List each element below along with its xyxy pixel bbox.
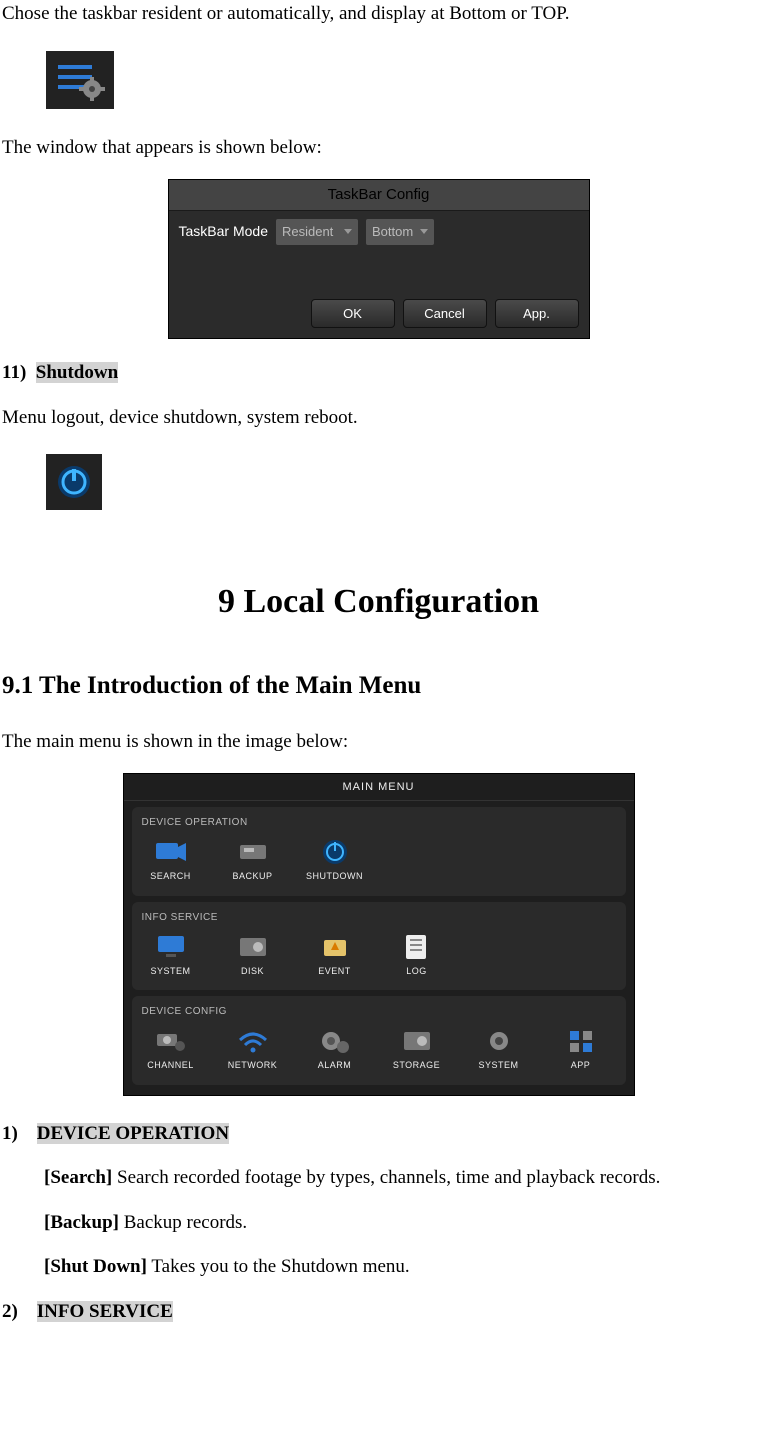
menu-item-search[interactable]: SEARCH — [142, 838, 200, 884]
backup-desc: [Backup] Backup records. — [44, 1209, 755, 1238]
main-menu-title: MAIN MENU — [124, 774, 634, 802]
panel-label: DEVICE OPERATION — [142, 815, 616, 830]
menu-item-backup[interactable]: BACKUP — [224, 838, 282, 884]
menu-item-shutdown[interactable]: SHUTDOWN — [306, 838, 364, 884]
item-label: CHANNEL — [147, 1059, 194, 1073]
item-label: LOG — [406, 965, 427, 979]
shutdown-heading: 11) Shutdown — [2, 359, 755, 388]
menu-item-disk[interactable]: DISK — [224, 933, 282, 979]
item-label: DISK — [241, 965, 264, 979]
dialog-title: TaskBar Config — [169, 180, 589, 212]
heading-number: 11) — [2, 362, 26, 383]
heading-text: DEVICE OPERATION — [37, 1123, 229, 1144]
heading-text: INFO SERVICE — [37, 1301, 173, 1322]
menu-item-channel[interactable]: CHANNEL — [142, 1027, 200, 1073]
log-icon — [399, 933, 435, 961]
item-label: SYSTEM — [150, 965, 190, 979]
heading-number: 1) — [2, 1120, 32, 1149]
shutdown-text: Takes you to the Shutdown menu. — [147, 1256, 410, 1277]
taskbar-settings-icon — [46, 51, 114, 109]
taskbar-mode-select-1[interactable]: Resident — [276, 219, 358, 245]
item-label: SHUTDOWN — [306, 870, 363, 884]
ok-button[interactable]: OK — [311, 299, 395, 329]
alarm-icon — [317, 1027, 353, 1055]
info-service-heading: 2) INFO SERVICE — [2, 1298, 755, 1327]
app-icon — [563, 1027, 599, 1055]
menu-item-alarm[interactable]: ALARM — [306, 1027, 364, 1073]
menu-item-system-config[interactable]: SYSTEM — [470, 1027, 528, 1073]
taskbar-mode-label: TaskBar Mode — [179, 221, 268, 242]
section-9-1-title: 9.1 The Introduction of the Main Menu — [2, 667, 755, 705]
gear-icon — [481, 1027, 517, 1055]
cancel-button[interactable]: Cancel — [403, 299, 487, 329]
panel-device-operation: DEVICE OPERATION SEARCH BACKUP — [132, 807, 626, 896]
heading-text: Shutdown — [36, 362, 118, 383]
window-caption: The window that appears is shown below: — [2, 134, 755, 163]
disk-icon — [235, 933, 271, 961]
search-label: [Search] — [44, 1167, 112, 1188]
search-desc: [Search] Search recorded footage by type… — [44, 1164, 755, 1193]
item-label: APP — [571, 1059, 591, 1073]
item-label: STORAGE — [393, 1059, 440, 1073]
backup-label: [Backup] — [44, 1212, 119, 1233]
event-icon — [317, 933, 353, 961]
item-label: BACKUP — [232, 870, 272, 884]
menu-item-app[interactable]: APP — [552, 1027, 610, 1073]
storage-icon — [399, 1027, 435, 1055]
camera-icon — [153, 1027, 189, 1055]
backup-text: Backup records. — [119, 1212, 247, 1233]
shutdown-desc: Menu logout, device shutdown, system reb… — [2, 404, 755, 433]
panel-label: INFO SERVICE — [142, 910, 616, 925]
device-operation-heading: 1) DEVICE OPERATION — [2, 1120, 755, 1149]
item-label: SEARCH — [150, 870, 191, 884]
chevron-down-icon — [420, 229, 428, 234]
monitor-icon — [153, 933, 189, 961]
heading-number: 2) — [2, 1298, 32, 1327]
item-label: ALARM — [318, 1059, 352, 1073]
search-icon — [153, 838, 189, 866]
chapter-title: 9 Local Configuration — [2, 576, 755, 627]
app-button[interactable]: App. — [495, 299, 579, 329]
taskbar-config-dialog: TaskBar Config TaskBar Mode Resident Bot… — [168, 179, 590, 340]
taskbar-mode-select-2[interactable]: Bottom — [366, 219, 434, 245]
main-menu-window: MAIN MENU DEVICE OPERATION SEARCH BACKUP — [123, 773, 635, 1096]
shutdown-label: [Shut Down] — [44, 1256, 147, 1277]
item-label: SYSTEM — [478, 1059, 518, 1073]
menu-item-network[interactable]: NETWORK — [224, 1027, 282, 1073]
panel-label: DEVICE CONFIG — [142, 1004, 616, 1019]
combo-value: Bottom — [372, 222, 413, 242]
search-text: Search recorded footage by types, channe… — [112, 1167, 660, 1188]
menu-item-storage[interactable]: STORAGE — [388, 1027, 446, 1073]
shutdown-icon — [46, 454, 102, 510]
backup-icon — [235, 838, 271, 866]
item-label: EVENT — [318, 965, 351, 979]
main-menu-caption: The main menu is shown in the image belo… — [2, 728, 755, 757]
item-label: NETWORK — [228, 1059, 278, 1073]
shutdown-item-desc: [Shut Down] Takes you to the Shutdown me… — [44, 1253, 755, 1282]
menu-item-log[interactable]: LOG — [388, 933, 446, 979]
panel-info-service: INFO SERVICE SYSTEM DISK — [132, 902, 626, 991]
menu-item-event[interactable]: EVENT — [306, 933, 364, 979]
power-icon — [317, 838, 353, 866]
menu-item-system[interactable]: SYSTEM — [142, 933, 200, 979]
intro-text: Chose the taskbar resident or automatica… — [2, 0, 755, 29]
panel-device-config: DEVICE CONFIG CHANNEL NETWORK — [132, 996, 626, 1085]
combo-value: Resident — [282, 222, 333, 242]
wifi-icon — [235, 1027, 271, 1055]
chevron-down-icon — [344, 229, 352, 234]
